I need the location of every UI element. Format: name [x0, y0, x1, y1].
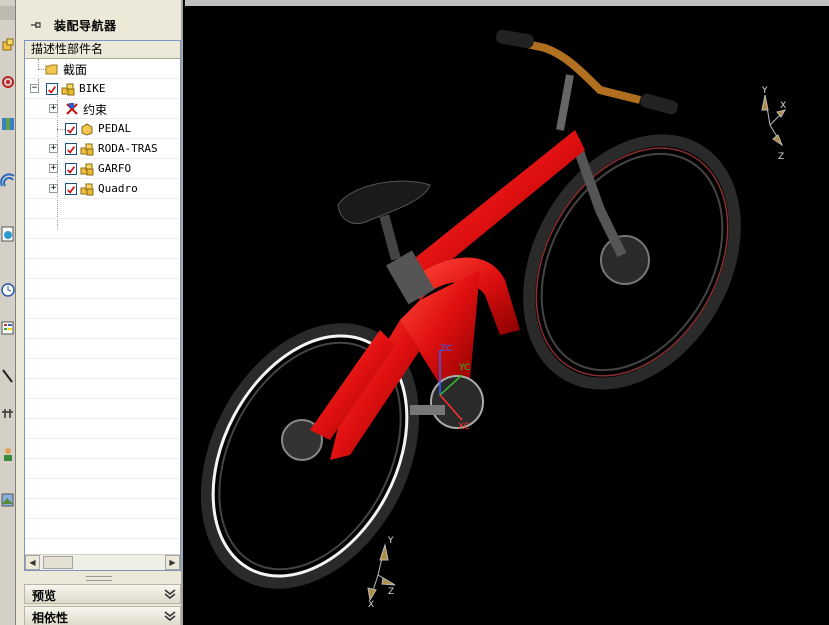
empty-row	[25, 439, 180, 459]
assembly-icon	[80, 163, 94, 176]
assembly-icon	[80, 143, 94, 156]
chevron-down-icon[interactable]	[163, 587, 177, 601]
chevron-down-icon[interactable]	[163, 609, 177, 623]
visibility-checkbox[interactable]	[65, 163, 77, 175]
empty-row	[25, 219, 180, 239]
system-materials-tab-icon[interactable]	[0, 318, 15, 338]
column-header-descriptive-part-name[interactable]: 描述性部件名	[25, 41, 180, 59]
scroll-right-icon[interactable]: ▶	[165, 555, 180, 570]
handlebar	[496, 29, 678, 131]
tree-node-roda-tras[interactable]: + RODA-TRAS	[25, 139, 180, 159]
empty-row	[25, 459, 180, 479]
expand-icon[interactable]: +	[49, 104, 58, 113]
tree-node-label: PEDAL	[98, 122, 132, 135]
expand-icon[interactable]: +	[49, 184, 58, 193]
scrollbar-thumb[interactable]	[43, 556, 73, 569]
empty-row	[25, 279, 180, 299]
tree-node-label: 截面	[63, 63, 88, 77]
tree-node-label: BIKE	[79, 82, 106, 95]
part-navigator-tab-icon[interactable]	[0, 114, 15, 134]
reuse-library-tab-icon[interactable]	[0, 170, 15, 190]
view-triad-x-label: X	[780, 101, 787, 111]
tree-node-bike[interactable]: − BIKE	[25, 79, 180, 99]
empty-row	[25, 259, 180, 279]
panel-splitter[interactable]	[86, 576, 112, 581]
assembly-icon	[61, 83, 75, 96]
constraint-navigator-tab-icon[interactable]	[0, 72, 15, 92]
assembly-tree: 描述性部件名 截面 − BIKE + 约束 PEDAL + RODA-TRAS …	[24, 40, 181, 571]
assembly-navigator-tab-icon[interactable]	[0, 36, 15, 56]
empty-row	[25, 239, 180, 259]
collapse-icon[interactable]: −	[30, 84, 39, 93]
graphics-viewport[interactable]: Y X Z ZC YC XC Y Z X	[185, 0, 829, 625]
system-scenes-tab-icon[interactable]	[0, 490, 15, 510]
navigator-title: 装配导航器	[54, 19, 117, 33]
tree-node-label: Quadro	[98, 182, 138, 195]
pin-icon[interactable]	[30, 19, 42, 31]
bike-model[interactable]	[185, 6, 829, 625]
navigator-header: 装配导航器	[16, 14, 183, 36]
preview-section[interactable]: 预览	[24, 584, 181, 604]
visibility-checkbox[interactable]	[65, 123, 77, 135]
part-icon	[81, 123, 93, 136]
dependencies-section[interactable]: 相依性	[24, 606, 181, 625]
history-tab-icon[interactable]	[0, 280, 15, 300]
empty-row	[25, 199, 180, 219]
visibility-checkbox[interactable]	[65, 143, 77, 155]
section-label: 预览	[32, 589, 57, 603]
front-wheel	[523, 134, 741, 390]
process-studio-tab-icon[interactable]	[0, 366, 15, 386]
constraints-icon	[66, 103, 78, 115]
empty-row	[25, 339, 180, 359]
empty-row	[25, 519, 180, 539]
folder-icon	[45, 64, 58, 75]
view-triad-z-label: Z	[778, 152, 785, 162]
empty-row	[25, 399, 180, 419]
toolbar-handle-icon[interactable]	[0, 6, 15, 20]
seat	[337, 180, 431, 261]
tree-node-label: GARFO	[98, 162, 132, 175]
tree-node-label: RODA-TRAS	[98, 142, 158, 155]
visibility-checkbox[interactable]	[65, 183, 77, 195]
horizontal-scrollbar[interactable]: ◀ ▶	[25, 554, 180, 570]
scroll-left-icon[interactable]: ◀	[25, 555, 40, 570]
tree-node-constraints[interactable]: + 约束	[25, 99, 180, 119]
bottom-triad-z-label: Z	[388, 587, 395, 597]
view-triad-y-label: Y	[762, 86, 768, 96]
bottom-triad-x-label: X	[368, 600, 375, 610]
empty-row	[25, 379, 180, 399]
assembly-navigator-panel: 装配导航器 描述性部件名 截面 − BIKE + 约束 PEDAL + RODA…	[16, 0, 183, 625]
tree-node-sections[interactable]: 截面	[25, 59, 180, 79]
empty-row	[25, 319, 180, 339]
tree-node-label: 约束	[83, 103, 108, 117]
empty-row	[25, 419, 180, 439]
empty-row	[25, 299, 180, 319]
assembly-icon	[80, 183, 94, 196]
tree-rows: 截面 − BIKE + 约束 PEDAL + RODA-TRAS + GARFO…	[25, 59, 180, 539]
empty-row	[25, 479, 180, 499]
wcs-x-label: XC	[458, 422, 470, 432]
tree-node-garfo[interactable]: + GARFO	[25, 159, 180, 179]
empty-row	[25, 359, 180, 379]
roles-tab-icon[interactable]	[0, 444, 15, 464]
wcs-z-label: ZC	[440, 344, 453, 354]
tree-node-pedal[interactable]: PEDAL	[25, 119, 180, 139]
wcs-y-label: YC	[459, 363, 471, 373]
empty-row	[25, 499, 180, 519]
expand-icon[interactable]: +	[49, 144, 58, 153]
section-label: 相依性	[32, 611, 69, 625]
visibility-checkbox[interactable]	[46, 83, 58, 95]
bottom-triad-y-label: Y	[388, 536, 394, 546]
expand-icon[interactable]: +	[49, 164, 58, 173]
web-browser-tab-icon[interactable]	[0, 224, 15, 244]
manufacturing-wizards-tab-icon[interactable]	[0, 404, 15, 424]
resource-bar	[0, 0, 16, 625]
tree-node-quadro[interactable]: + Quadro	[25, 179, 180, 199]
